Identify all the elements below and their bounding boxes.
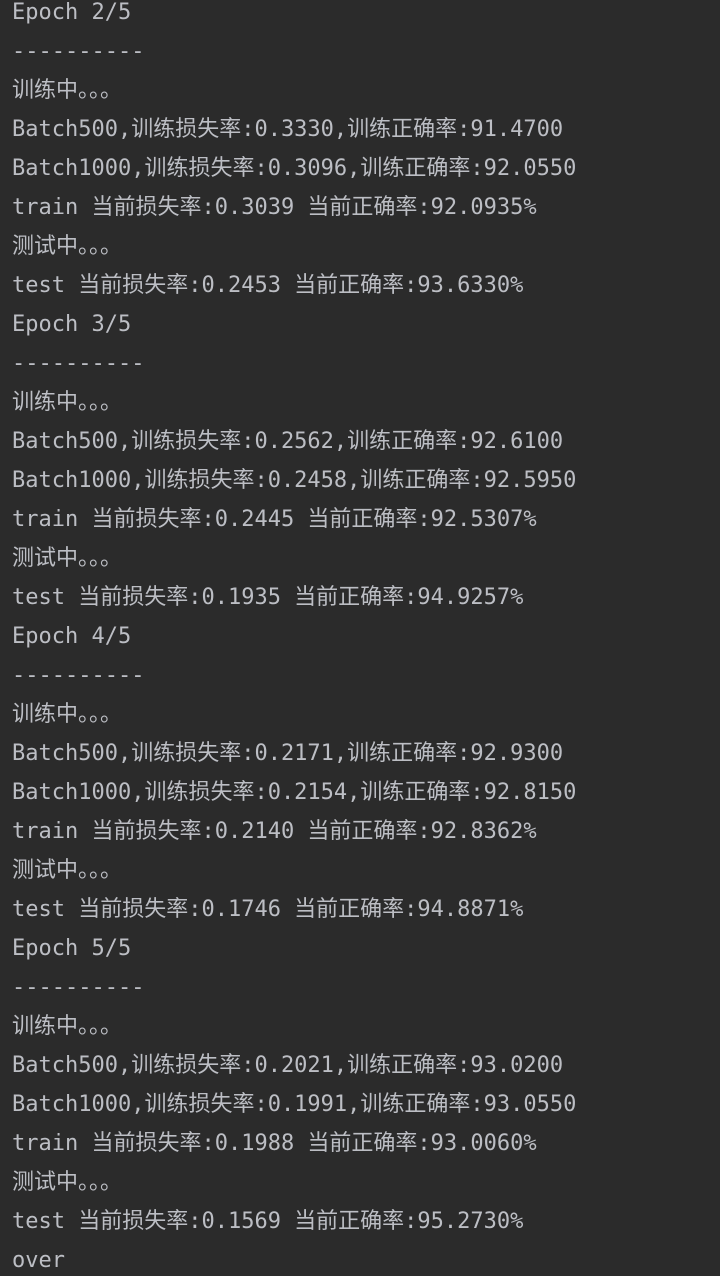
console-line-testing-status: 测试中。。。 bbox=[12, 1170, 123, 1195]
console-line-train-summary: train 当前损失率:0.2445 当前正确率:92.5307% bbox=[12, 507, 537, 532]
console-line-final-status: over bbox=[12, 1248, 65, 1273]
console-line-epoch-header: Epoch 2/5 bbox=[12, 0, 132, 25]
console-line-training-status: 训练中。。。 bbox=[12, 1014, 123, 1039]
console-line-batch-log: Batch1000,训练损失率:0.2458,训练正确率:92.5950 bbox=[12, 468, 577, 493]
console-line-testing-status: 测试中。。。 bbox=[12, 234, 123, 259]
console-line-separator: ---------- bbox=[12, 39, 145, 64]
console-line-separator: ---------- bbox=[12, 975, 145, 1000]
console-line-epoch-header: Epoch 4/5 bbox=[12, 624, 132, 649]
console-output[interactable]: Epoch 2/5 ---------- 训练中。。。 Batch500,训练损… bbox=[0, 0, 720, 1276]
console-line-train-summary: train 当前损失率:0.2140 当前正确率:92.8362% bbox=[12, 819, 537, 844]
console-line-batch-log: Batch1000,训练损失率:0.3096,训练正确率:92.0550 bbox=[12, 156, 577, 181]
console-line-train-summary: train 当前损失率:0.1988 当前正确率:93.0060% bbox=[12, 1131, 537, 1156]
console-line-training-status: 训练中。。。 bbox=[12, 78, 123, 103]
console-line-batch-log: Batch500,训练损失率:0.2562,训练正确率:92.6100 bbox=[12, 429, 564, 454]
console-line-separator: ---------- bbox=[12, 351, 145, 376]
console-line-epoch-header: Epoch 3/5 bbox=[12, 312, 132, 337]
console-line-batch-log: Batch1000,训练损失率:0.2154,训练正确率:92.8150 bbox=[12, 780, 577, 805]
console-line-test-summary: test 当前损失率:0.1746 当前正确率:94.8871% bbox=[12, 897, 524, 922]
console-line-batch-log: Batch500,训练损失率:0.2171,训练正确率:92.9300 bbox=[12, 741, 564, 766]
console-line-epoch-header: Epoch 5/5 bbox=[12, 936, 132, 961]
console-line-batch-log: Batch500,训练损失率:0.3330,训练正确率:91.4700 bbox=[12, 117, 564, 142]
console-line-batch-log: Batch500,训练损失率:0.2021,训练正确率:93.0200 bbox=[12, 1053, 564, 1078]
console-line-training-status: 训练中。。。 bbox=[12, 390, 123, 415]
console-line-batch-log: Batch1000,训练损失率:0.1991,训练正确率:93.0550 bbox=[12, 1092, 577, 1117]
console-line-test-summary: test 当前损失率:0.2453 当前正确率:93.6330% bbox=[12, 273, 524, 298]
console-line-separator: ---------- bbox=[12, 663, 145, 688]
console-line-testing-status: 测试中。。。 bbox=[12, 858, 123, 883]
console-line-testing-status: 测试中。。。 bbox=[12, 546, 123, 571]
console-line-test-summary: test 当前损失率:0.1569 当前正确率:95.2730% bbox=[12, 1209, 524, 1234]
console-line-training-status: 训练中。。。 bbox=[12, 702, 123, 727]
console-line-test-summary: test 当前损失率:0.1935 当前正确率:94.9257% bbox=[12, 585, 524, 610]
console-line-train-summary: train 当前损失率:0.3039 当前正确率:92.0935% bbox=[12, 195, 537, 220]
